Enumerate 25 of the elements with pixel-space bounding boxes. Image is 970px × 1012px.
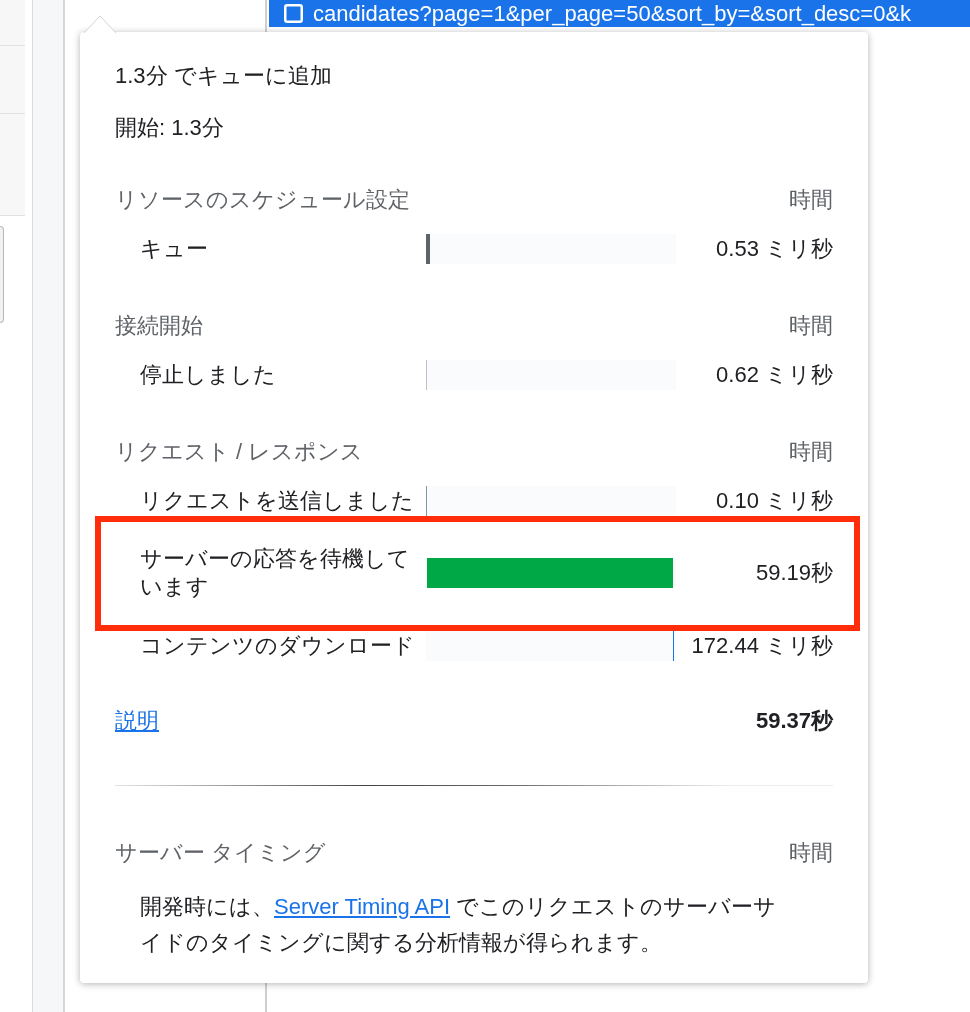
section-title: リソースのスケジュール設定 (115, 186, 410, 214)
timing-label: コンテンツのダウンロード (140, 632, 416, 660)
column-heading: 時間 (789, 186, 833, 214)
explanation-link[interactable]: 説明 (115, 705, 159, 737)
section-title: 接続開始 (115, 312, 203, 340)
column-heading: 時間 (789, 839, 833, 867)
section-title: リクエスト / レスポンス (115, 438, 364, 466)
timing-value: 59.19秒 (754, 559, 833, 587)
timing-value: 0.62 ミリ秒 (715, 361, 833, 389)
section-title: サーバー タイミング (115, 839, 327, 867)
timing-label: サーバーの応答を待機しています (140, 545, 411, 601)
server-timing-link[interactable]: Server Timing API (274, 894, 451, 919)
column-heading: 時間 (789, 312, 833, 340)
timing-label: キュー (140, 235, 209, 263)
timing-label: 停止しました (140, 361, 277, 389)
column-heading: 時間 (789, 438, 833, 466)
total-time: 59.37秒 (755, 707, 833, 735)
timing-value: 0.10 ミリ秒 (715, 487, 833, 515)
timing-value: 172.44 ミリ秒 (690, 632, 833, 660)
summary-text: 開始: 1.3分 (115, 114, 225, 142)
timing-value: 0.53 ミリ秒 (715, 235, 833, 263)
square-outline-icon (284, 4, 303, 23)
summary-text: 1.3分 でキューに追加 (115, 62, 333, 90)
timing-label: リクエストを送信しました (140, 487, 415, 515)
server-timing-note: 開発時には、Server Timing API でこのリクエストのサーバーサイドのタイミングに関する分析情報が得られます。 (139, 893, 778, 957)
